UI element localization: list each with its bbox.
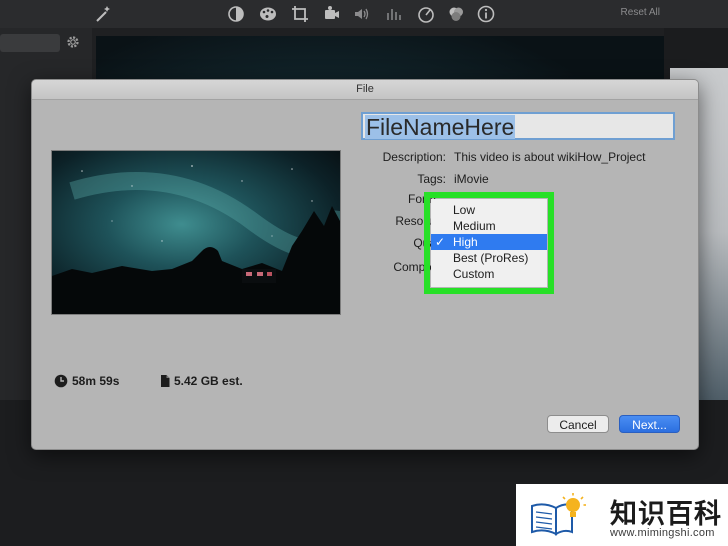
color-balance-icon[interactable] [226, 4, 246, 24]
watermark-title: 知识百科 [610, 499, 722, 530]
info-icon[interactable] [476, 4, 496, 24]
magic-wand-icon[interactable] [93, 4, 113, 24]
quality-option-best-prores[interactable]: Best (ProRes) [431, 250, 547, 266]
color-palette-icon[interactable] [258, 4, 278, 24]
reset-all-button[interactable]: Reset All [621, 7, 660, 18]
book-bulb-logo-icon [528, 492, 588, 538]
quality-option-label: Best (ProRes) [453, 251, 529, 265]
search-input[interactable] [0, 34, 60, 52]
tags-value[interactable]: iMovie [454, 172, 489, 186]
filename-input[interactable]: FileNameHere [361, 112, 675, 140]
file-size-value: 5.42 GB est. [174, 374, 243, 388]
quality-option-label: Medium [453, 219, 496, 233]
file-icon [158, 374, 172, 388]
filter-icon[interactable] [446, 4, 466, 24]
next-button[interactable]: Next... [619, 415, 680, 433]
quality-option-label: High [453, 235, 478, 249]
checkmark-icon: ✓ [435, 235, 446, 249]
gear-icon[interactable] [64, 33, 82, 51]
quality-option-label: Custom [453, 267, 495, 281]
video-thumbnail [51, 150, 341, 315]
watermark-url: www.mimingshi.com [610, 527, 715, 539]
quality-option-medium[interactable]: Medium [431, 218, 547, 234]
watermark: 知识百科 www.mimingshi.com [516, 484, 728, 546]
filename-text: FileNameHere [365, 114, 516, 140]
cancel-button[interactable]: Cancel [547, 415, 609, 433]
quality-option-low[interactable]: Low [431, 202, 547, 218]
duration-value: 58m 59s [72, 374, 120, 388]
description-label: Description: [382, 150, 446, 164]
quality-dropdown-menu: Low Medium ✓ High Best (ProRes) Custom [431, 199, 547, 287]
dialog-title: File [32, 80, 698, 100]
tags-label: Tags: [417, 172, 446, 186]
export-file-dialog: File FileNameHere Description: This vide… [31, 79, 699, 450]
equalizer-icon[interactable] [384, 4, 404, 24]
quality-option-label: Low [453, 203, 476, 217]
clock-icon [54, 374, 68, 388]
speed-icon[interactable] [416, 4, 436, 24]
quality-option-high[interactable]: ✓ High [431, 234, 547, 250]
description-value[interactable]: This video is about wikiHow_Project [454, 150, 645, 164]
volume-icon[interactable] [352, 4, 372, 24]
crop-icon[interactable] [290, 4, 310, 24]
quality-option-custom[interactable]: Custom [431, 266, 547, 282]
toolbar: Reset All [0, 0, 728, 28]
stabilize-icon[interactable] [322, 4, 342, 24]
